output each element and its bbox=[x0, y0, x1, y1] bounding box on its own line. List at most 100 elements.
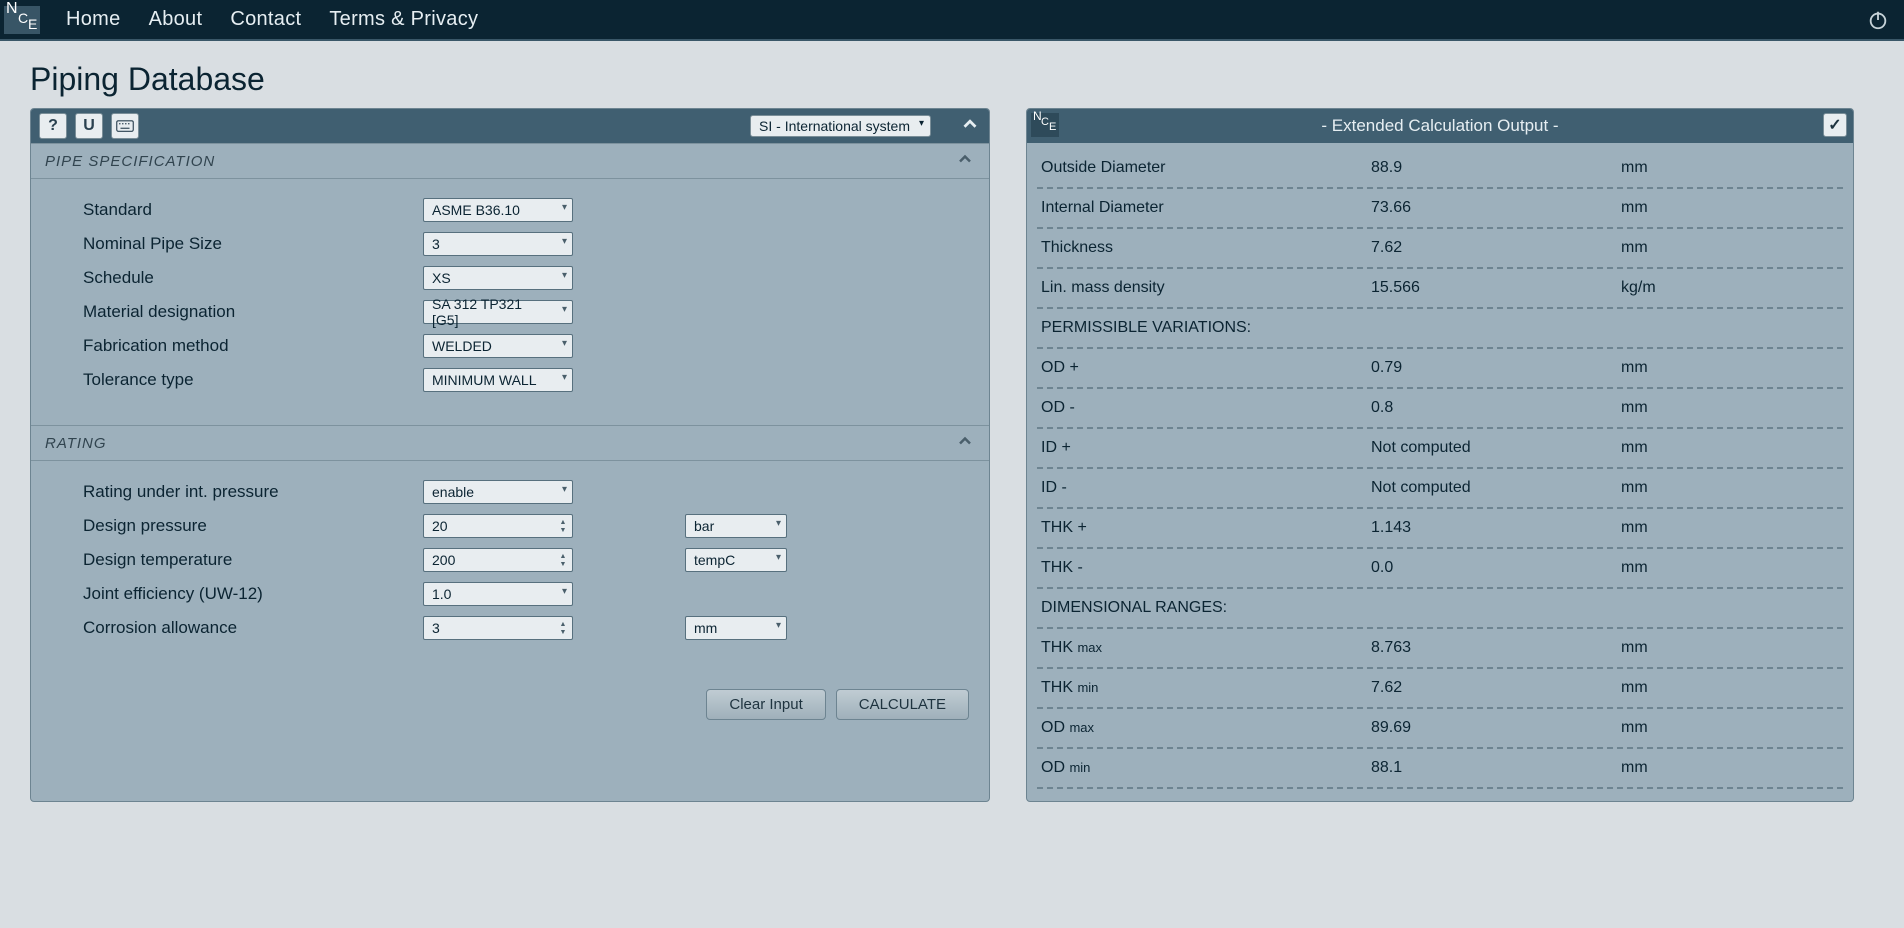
output-value: 0.79 bbox=[1371, 359, 1621, 377]
collapse-panel-icon[interactable] bbox=[959, 113, 981, 140]
output-label: DIMENSIONAL RANGES: bbox=[1041, 599, 1371, 617]
output-label: THK min bbox=[1041, 679, 1371, 697]
output-panel: NCE - Extended Calculation Output - ✓ Ou… bbox=[1026, 108, 1854, 802]
pressure-label: Design pressure bbox=[83, 516, 423, 536]
brand-logo[interactable]: NCE bbox=[0, 0, 44, 40]
clear-input-button[interactable]: Clear Input bbox=[706, 689, 825, 720]
output-value: 73.66 bbox=[1371, 199, 1621, 217]
output-label: Internal Diameter bbox=[1041, 199, 1371, 217]
output-row: Internal Diameter73.66mm bbox=[1037, 189, 1843, 229]
nav-terms[interactable]: Terms & Privacy bbox=[329, 8, 478, 31]
pressure-unit-select[interactable]: bar bbox=[685, 514, 787, 538]
output-label: Thickness bbox=[1041, 239, 1371, 257]
output-value: 7.62 bbox=[1371, 679, 1621, 697]
corrosion-unit-select[interactable]: mm bbox=[685, 616, 787, 640]
help-button[interactable]: ? bbox=[39, 113, 67, 139]
output-value: 7.62 bbox=[1371, 239, 1621, 257]
output-body: Outside Diameter88.9mmInternal Diameter7… bbox=[1027, 143, 1853, 801]
output-unit: mm bbox=[1621, 439, 1648, 457]
output-unit: mm bbox=[1621, 719, 1648, 737]
schedule-label: Schedule bbox=[83, 268, 423, 288]
keyboard-icon[interactable] bbox=[111, 113, 139, 139]
output-value: Not computed bbox=[1371, 439, 1621, 457]
standard-label: Standard bbox=[83, 200, 423, 220]
output-row: OD max89.69mm bbox=[1037, 709, 1843, 749]
material-select[interactable]: SA 312 TP321 [G5] bbox=[423, 300, 573, 324]
collapse-spec-icon[interactable] bbox=[955, 149, 975, 174]
unit-system-select[interactable]: SI - International system bbox=[750, 115, 931, 137]
output-unit: mm bbox=[1621, 679, 1648, 697]
tolerance-label: Tolerance type bbox=[83, 370, 423, 390]
output-confirm-button[interactable]: ✓ bbox=[1823, 113, 1847, 137]
schedule-select[interactable]: XS bbox=[423, 266, 573, 290]
output-unit: kg/m bbox=[1621, 279, 1656, 297]
output-row: Lin. mass density15.566kg/m bbox=[1037, 269, 1843, 309]
nps-label: Nominal Pipe Size bbox=[83, 234, 423, 254]
corrosion-stepper[interactable]: ▲▼ bbox=[556, 618, 570, 638]
output-value: 1.143 bbox=[1371, 519, 1621, 537]
output-unit: mm bbox=[1621, 239, 1648, 257]
units-button[interactable]: U bbox=[75, 113, 103, 139]
output-row: THK +1.143mm bbox=[1037, 509, 1843, 549]
output-panel-header: NCE - Extended Calculation Output - ✓ bbox=[1027, 109, 1853, 143]
joint-select[interactable]: 1.0 bbox=[423, 582, 573, 606]
output-unit: mm bbox=[1621, 639, 1648, 657]
fabrication-select[interactable]: WELDED bbox=[423, 334, 573, 358]
output-panel-title: - Extended Calculation Output - bbox=[1321, 116, 1558, 136]
output-row: THK min7.62mm bbox=[1037, 669, 1843, 709]
output-row: OD min88.1mm bbox=[1037, 749, 1843, 789]
corrosion-label: Corrosion allowance bbox=[83, 618, 423, 638]
input-panel: ? U SI - International system PIPE SPECI… bbox=[30, 108, 990, 802]
pressure-input[interactable]: 20▲▼ bbox=[423, 514, 573, 538]
power-icon[interactable] bbox=[1864, 6, 1892, 34]
rating-enable-select[interactable]: enable bbox=[423, 480, 573, 504]
tolerance-select[interactable]: MINIMUM WALL bbox=[423, 368, 573, 392]
output-unit: mm bbox=[1621, 559, 1648, 577]
nav-about[interactable]: About bbox=[149, 8, 203, 31]
standard-select[interactable]: ASME B36.10 bbox=[423, 198, 573, 222]
output-row: THK -0.0mm bbox=[1037, 549, 1843, 589]
output-value: 15.566 bbox=[1371, 279, 1621, 297]
input-panel-header: ? U SI - International system bbox=[31, 109, 989, 143]
output-unit: mm bbox=[1621, 199, 1648, 217]
output-value: 88.9 bbox=[1371, 159, 1621, 177]
output-label: THK - bbox=[1041, 559, 1371, 577]
output-row: Thickness7.62mm bbox=[1037, 229, 1843, 269]
temperature-stepper[interactable]: ▲▼ bbox=[556, 550, 570, 570]
nps-select[interactable]: 3 bbox=[423, 232, 573, 256]
output-label: OD + bbox=[1041, 359, 1371, 377]
collapse-rating-icon[interactable] bbox=[955, 431, 975, 456]
page-title: Piping Database bbox=[30, 61, 1874, 98]
output-unit: mm bbox=[1621, 359, 1648, 377]
output-label: ID - bbox=[1041, 479, 1371, 497]
nav-contact[interactable]: Contact bbox=[230, 8, 301, 31]
top-navbar: NCE Home About Contact Terms & Privacy bbox=[0, 0, 1904, 41]
output-row: ID +Not computedmm bbox=[1037, 429, 1843, 469]
action-buttons: Clear Input CALCULATE bbox=[31, 673, 989, 740]
temperature-input[interactable]: 200▲▼ bbox=[423, 548, 573, 572]
nav-home[interactable]: Home bbox=[66, 8, 121, 31]
output-logo-icon: NCE bbox=[1031, 113, 1059, 137]
spec-form: Standard ASME B36.10 Nominal Pipe Size 3… bbox=[31, 179, 989, 425]
section-rating-header: RATING bbox=[31, 425, 989, 461]
output-unit: mm bbox=[1621, 479, 1648, 497]
joint-label: Joint efficiency (UW-12) bbox=[83, 584, 423, 604]
output-label: OD max bbox=[1041, 719, 1371, 737]
corrosion-input[interactable]: 3▲▼ bbox=[423, 616, 573, 640]
output-label: THK + bbox=[1041, 519, 1371, 537]
section-pipe-spec-header: PIPE SPECIFICATION bbox=[31, 143, 989, 179]
material-label: Material designation bbox=[83, 302, 423, 322]
output-value: 89.69 bbox=[1371, 719, 1621, 737]
output-row: OD +0.79mm bbox=[1037, 349, 1843, 389]
temperature-unit-select[interactable]: tempC bbox=[685, 548, 787, 572]
output-row: ID -Not computedmm bbox=[1037, 469, 1843, 509]
output-value: 88.1 bbox=[1371, 759, 1621, 777]
fabrication-label: Fabrication method bbox=[83, 336, 423, 356]
output-label: THK max bbox=[1041, 639, 1371, 657]
pressure-stepper[interactable]: ▲▼ bbox=[556, 516, 570, 536]
output-label: OD - bbox=[1041, 399, 1371, 417]
section-rating-title: RATING bbox=[45, 435, 107, 452]
output-unit: mm bbox=[1621, 159, 1648, 177]
calculate-button[interactable]: CALCULATE bbox=[836, 689, 969, 720]
temperature-label: Design temperature bbox=[83, 550, 423, 570]
